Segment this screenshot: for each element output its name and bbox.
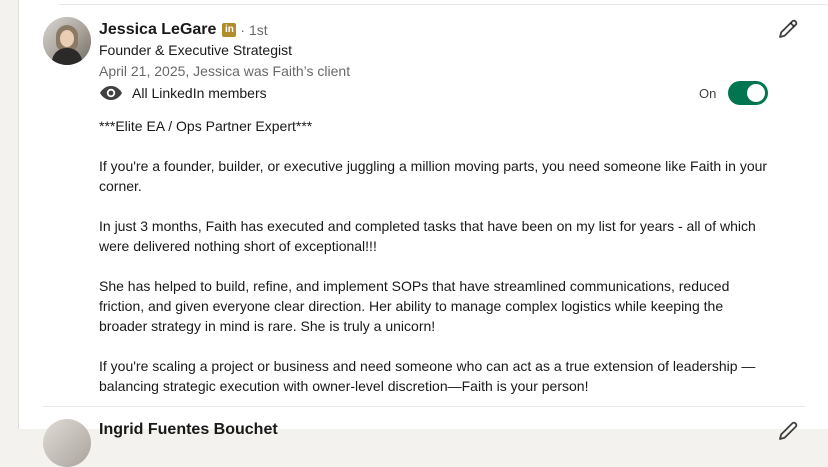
avatar[interactable] [43,17,91,65]
linkedin-premium-icon: in [222,23,237,37]
recommender-name[interactable]: Jessica LeGare [99,21,216,39]
pencil-icon[interactable] [776,419,800,443]
recommendation-paragraph: In just 3 months, Faith has executed and… [99,218,756,254]
recommendation-paragraph: ***Elite EA / Ops Partner Expert*** [99,118,313,134]
next-recommender-name[interactable]: Ingrid Fuentes Bouchet [99,421,278,439]
recommendation-paragraph: If you're scaling a project or business … [99,358,756,394]
toggle-label: On [699,85,717,101]
name-row: Jessica LeGare in · 1st [99,19,268,41]
visibility-row: All LinkedIn members [99,83,267,103]
item-divider [43,406,805,407]
recommendation-text: ***Elite EA / Ops Partner Expert*** If y… [99,116,769,416]
recommender-headline: Founder & Executive Strategist [99,42,292,58]
visibility-label: All LinkedIn members [132,85,267,101]
next-avatar[interactable] [43,419,91,467]
toggle-knob [747,84,766,102]
recommendation-paragraph: If you're a founder, builder, or executi… [99,158,768,194]
visibility-toggle[interactable] [728,81,769,105]
connection-degree: · 1st [240,22,268,38]
recommendation-paragraph: She has helped to build, refine, and imp… [99,278,730,334]
recommendation-date: April 21, 2025, Jessica was Faith’s clie… [99,63,351,79]
top-divider [59,4,828,5]
visibility-toggle-row: On [699,81,769,105]
recommendations-card: Jessica LeGare in · 1st Founder & Execut… [18,0,828,467]
eye-icon [100,86,122,100]
pencil-icon[interactable] [776,17,800,41]
